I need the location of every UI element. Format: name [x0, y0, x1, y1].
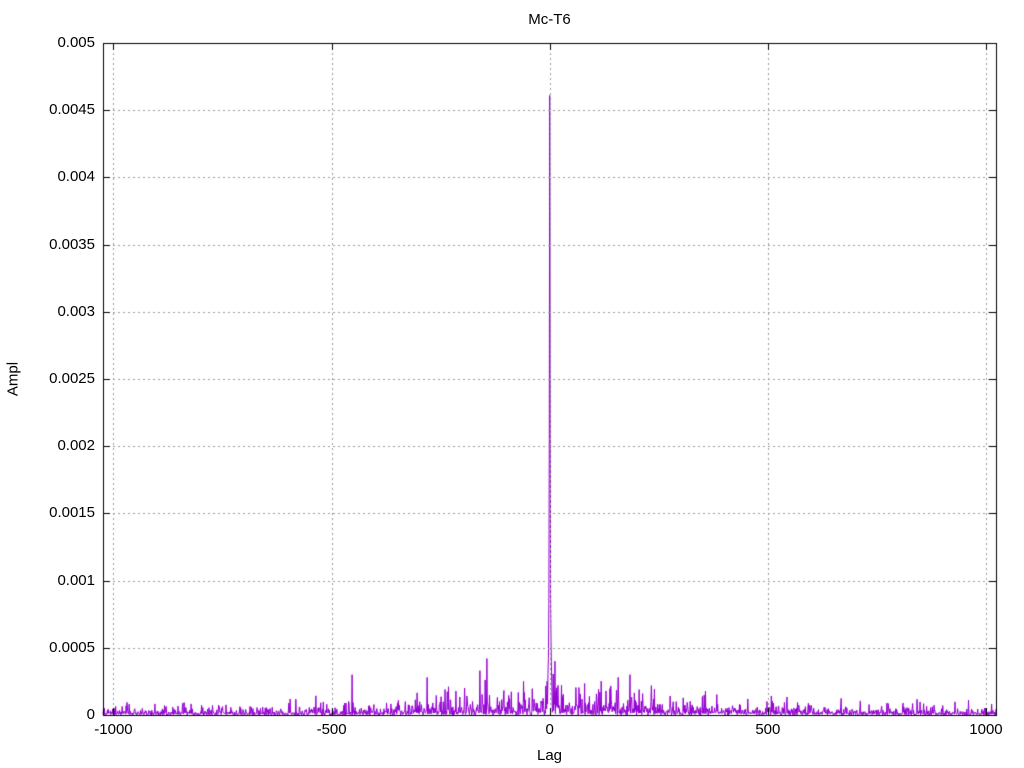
- y-tick-label: 0.0005: [49, 638, 95, 656]
- y-tick-label: 0.003: [57, 302, 95, 320]
- y-tick-label: 0.004: [57, 168, 95, 186]
- x-tick-label: 1000: [969, 721, 1003, 738]
- autocorrelation-chart: Mc-T6 Ampl Lag 0 0.0005 0.001 0.0015 0.002 0.…: [0, 0, 1024, 768]
- y-tick-label: 0: [86, 706, 95, 723]
- y-tick-label: 0.001: [57, 571, 95, 589]
- y-tick-label: 0.0015: [49, 504, 95, 522]
- x-tick-label: 500: [755, 721, 781, 738]
- x-tick-label: 0: [545, 721, 554, 738]
- x-tick-label: -500: [316, 721, 347, 738]
- chart-title: Mc-T6: [528, 11, 571, 28]
- y-tick-label: 0.0025: [49, 370, 95, 387]
- y-tick-label: 0.0035: [49, 235, 95, 253]
- plot-canvas: [0, 0, 1024, 768]
- y-tick-label: 0.0045: [49, 101, 95, 119]
- y-tick-label: 0.002: [57, 437, 95, 455]
- x-tick-label: -1000: [94, 721, 133, 738]
- y-tick-label: 0.005: [57, 34, 95, 51]
- x-axis-label: Lag: [536, 747, 563, 764]
